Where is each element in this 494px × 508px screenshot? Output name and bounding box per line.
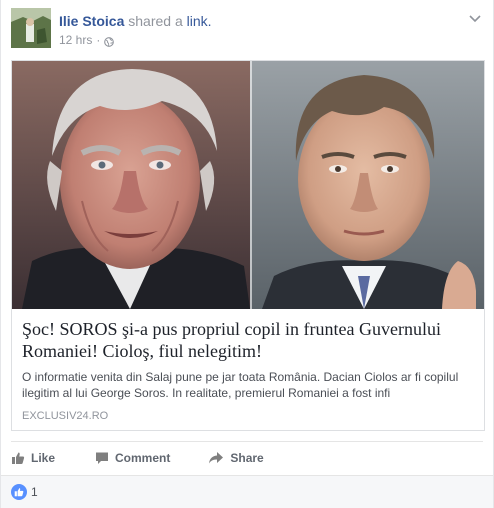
- shared-object-link[interactable]: link.: [187, 13, 212, 29]
- share-button[interactable]: Share: [208, 442, 264, 474]
- link-description: O informatie venita din Salaj pune pe ja…: [22, 370, 459, 400]
- post-action-bar: Like Comment Share: [11, 441, 483, 473]
- author-line: Ilie Stoica shared a link.: [59, 12, 212, 30]
- link-preview-card[interactable]: Şoc! SOROS şi-a pus propriul copil in fr…: [11, 60, 485, 431]
- share-arrow-icon: [209, 451, 224, 463]
- post-header: Ilie Stoica shared a link. 12 hrs ·: [11, 8, 483, 52]
- post-meta: 12 hrs ·: [59, 32, 115, 48]
- author-name[interactable]: Ilie Stoica: [59, 13, 124, 29]
- like-badge-icon[interactable]: [11, 484, 27, 500]
- reactions-bar: 1: [1, 475, 493, 508]
- comment-label: Comment: [115, 450, 171, 465]
- feed-post: Ilie Stoica shared a link. 12 hrs · Şoc!…: [0, 0, 494, 508]
- globe-icon[interactable]: [104, 35, 115, 47]
- chevron-down-icon[interactable]: [467, 12, 483, 24]
- link-source-domain: EXCLUSIV24.RO: [22, 410, 109, 422]
- like-label: Like: [31, 450, 56, 465]
- thumbs-up-icon: [12, 452, 25, 464]
- link-preview-image[interactable]: [12, 61, 484, 309]
- link-title[interactable]: Şoc! SOROS şi-a pus propriul copil in fr…: [22, 318, 474, 362]
- avatar[interactable]: [11, 8, 51, 48]
- reaction-count[interactable]: 1: [31, 485, 38, 499]
- post-timestamp[interactable]: 12 hrs: [59, 32, 92, 48]
- link-preview-body[interactable]: Şoc! SOROS şi-a pus propriul copil in fr…: [12, 309, 484, 430]
- comment-icon: [96, 452, 109, 464]
- like-button[interactable]: Like: [11, 442, 55, 474]
- comment-button[interactable]: Comment: [95, 442, 170, 474]
- meta-separator: ·: [96, 33, 101, 47]
- share-verb: shared a: [128, 13, 183, 29]
- share-label: Share: [230, 450, 264, 465]
